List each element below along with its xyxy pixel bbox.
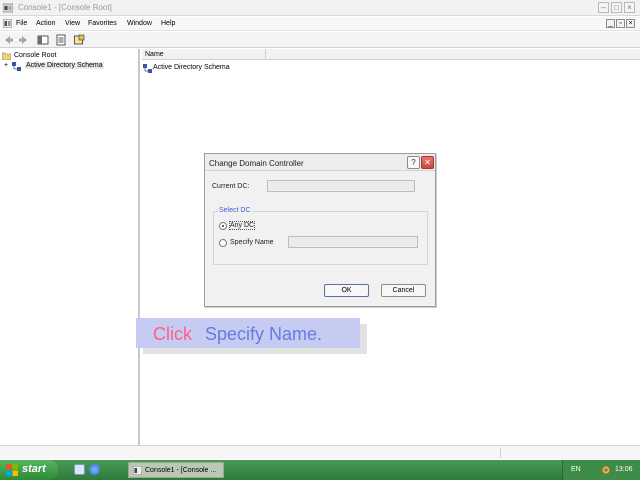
window-titlebar[interactable]: Console1 - [Console Root] – □ × xyxy=(0,0,640,16)
status-separator xyxy=(500,448,501,458)
tree-node-schema[interactable]: + Active Directory Schema xyxy=(4,61,134,71)
folder-icon xyxy=(2,52,11,60)
tree-node-console-root[interactable]: Console Root xyxy=(2,51,132,61)
dialog-titlebar[interactable]: Change Domain Controller ? ✕ xyxy=(205,154,435,171)
any-dc-label[interactable]: Any DC xyxy=(228,221,256,230)
console-tree-pane[interactable]: Console Root + Active Directory Schema xyxy=(0,49,140,445)
current-dc-label: Current DC: xyxy=(212,183,250,190)
specify-name-radio[interactable] xyxy=(219,239,227,247)
windows-logo-icon xyxy=(6,464,18,476)
ie-icon[interactable] xyxy=(89,464,100,475)
start-label: start xyxy=(22,463,46,475)
child-close-button[interactable]: × xyxy=(626,19,635,28)
toolbar xyxy=(0,32,640,48)
instruction-caption: Click Specify Name. xyxy=(136,318,360,348)
window-title: Console1 - [Console Root] xyxy=(18,3,112,12)
console-menu-icon[interactable] xyxy=(3,19,12,28)
maximize-button[interactable]: □ xyxy=(611,2,622,13)
select-dc-groupbox: Select DC Any DC Specify Name xyxy=(213,207,428,265)
close-button[interactable]: × xyxy=(624,2,635,13)
minimize-button[interactable]: – xyxy=(598,2,609,13)
child-restore-button[interactable]: ▫ xyxy=(616,19,625,28)
caption-click-word: Click xyxy=(153,324,192,344)
child-minimize-button[interactable]: _ xyxy=(606,19,615,28)
start-button[interactable]: start xyxy=(0,460,58,480)
column-header-name[interactable]: Name xyxy=(142,49,266,60)
ok-button[interactable]: OK xyxy=(324,284,369,297)
properties-icon[interactable] xyxy=(55,34,67,46)
current-dc-field xyxy=(267,180,415,192)
dialog-close-button[interactable]: ✕ xyxy=(421,156,434,169)
help-icon[interactable] xyxy=(73,34,85,46)
mmc-app-icon xyxy=(3,3,13,13)
menu-favorites[interactable]: Favorites xyxy=(88,20,117,27)
network-tray-icon[interactable] xyxy=(601,465,611,475)
desktop-icon[interactable] xyxy=(74,464,85,475)
menu-help[interactable]: Help xyxy=(161,20,175,27)
expand-plus-icon[interactable]: + xyxy=(4,62,8,69)
language-indicator[interactable]: EN xyxy=(571,466,581,473)
clock: 13:06 xyxy=(615,466,633,473)
status-bar xyxy=(0,445,640,459)
menu-window[interactable]: Window xyxy=(127,20,152,27)
close-icon: × xyxy=(627,3,632,12)
minimize-icon: – xyxy=(601,3,606,12)
specify-name-input[interactable] xyxy=(288,236,418,248)
system-tray: EN 13:06 xyxy=(562,460,640,480)
caption-target-text: Specify Name. xyxy=(205,324,323,344)
back-arrow-icon[interactable] xyxy=(3,34,15,46)
restore-icon: □ xyxy=(614,3,619,12)
menu-bar: File Action View Favorites Window Help _… xyxy=(0,17,640,31)
forward-arrow-icon[interactable] xyxy=(17,34,29,46)
taskbar: start Console1 - [Console ... EN 13:06 xyxy=(0,460,640,480)
schema-icon xyxy=(143,64,152,73)
list-item-label: Active Directory Schema xyxy=(153,64,230,71)
taskbar-console-label: Console1 - [Console ... xyxy=(145,467,217,474)
select-dc-group-label: Select DC xyxy=(218,207,252,214)
tree-label-schema: Active Directory Schema xyxy=(25,62,104,69)
tree-label-console-root: Console Root xyxy=(14,52,57,59)
list-header: Name xyxy=(142,49,640,60)
mmc-app-icon xyxy=(133,466,142,475)
taskbar-console-button[interactable]: Console1 - [Console ... xyxy=(128,462,224,478)
show-hide-tree-icon[interactable] xyxy=(37,34,49,46)
specify-name-label[interactable]: Specify Name xyxy=(230,239,274,246)
change-domain-controller-dialog: Change Domain Controller ? ✕ Current DC:… xyxy=(204,153,436,307)
schema-icon xyxy=(12,62,21,71)
menu-action[interactable]: Action xyxy=(36,20,55,27)
cancel-button[interactable]: Cancel xyxy=(381,284,426,297)
dialog-title: Change Domain Controller xyxy=(209,159,304,168)
menu-file[interactable]: File xyxy=(16,20,27,27)
any-dc-radio[interactable] xyxy=(219,222,227,230)
dialog-help-button[interactable]: ? xyxy=(407,156,420,169)
menu-view[interactable]: View xyxy=(65,20,80,27)
